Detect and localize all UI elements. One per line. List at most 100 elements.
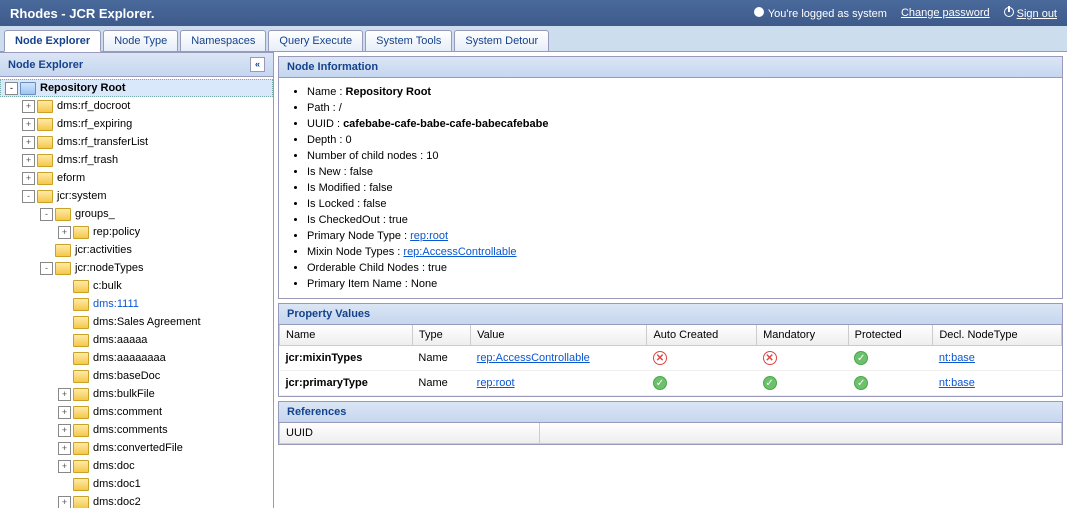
- references-header: References: [279, 402, 1062, 423]
- prop-decl: nt:base: [933, 371, 1062, 396]
- tab-namespaces[interactable]: Namespaces: [180, 30, 266, 51]
- tree-node[interactable]: + eform: [0, 169, 273, 187]
- logged-as-label: You're logged as system: [754, 7, 887, 20]
- expand-icon[interactable]: +: [22, 136, 35, 149]
- expand-icon[interactable]: +: [22, 118, 35, 131]
- info-ismodified: Is Modified : false: [307, 180, 1052, 196]
- tree-node[interactable]: +dms:rf_trash: [0, 151, 273, 169]
- check-icon: ✓: [653, 376, 667, 390]
- col-header[interactable]: Type: [412, 325, 470, 346]
- toggle-spacer: [40, 244, 53, 257]
- tree-node[interactable]: +dms:doc2: [0, 493, 273, 508]
- expand-icon[interactable]: +: [58, 226, 71, 239]
- expand-icon[interactable]: +: [58, 406, 71, 419]
- tree-node[interactable]: +dms:convertedFile: [0, 439, 273, 457]
- tree-label: dms:Sales Agreement: [93, 316, 201, 328]
- tab-query-execute[interactable]: Query Execute: [268, 30, 363, 51]
- tree-node[interactable]: dms:aaaaa: [0, 331, 273, 349]
- col-header[interactable]: Auto Created: [647, 325, 757, 346]
- repository-icon: [20, 82, 36, 95]
- sign-out-link[interactable]: Sign out: [1004, 7, 1057, 20]
- user-icon: [754, 7, 764, 17]
- prop-type: Name: [412, 371, 470, 396]
- tree-node[interactable]: jcr:activities: [0, 241, 273, 259]
- left-panel-header: Node Explorer «: [0, 52, 273, 77]
- expand-icon[interactable]: +: [58, 496, 71, 508]
- tree-node[interactable]: +dms:comments: [0, 421, 273, 439]
- cross-icon: ✕: [653, 351, 667, 365]
- expand-icon[interactable]: +: [58, 388, 71, 401]
- decl-link[interactable]: nt:base: [939, 377, 975, 389]
- tree-node[interactable]: - jcr:nodeTypes: [0, 259, 273, 277]
- col-header[interactable]: Decl. NodeType: [933, 325, 1062, 346]
- tree-node[interactable]: dms:1111: [0, 295, 273, 313]
- tree-node[interactable]: +dms:doc: [0, 457, 273, 475]
- collapse-icon[interactable]: -: [22, 190, 35, 203]
- app-header: Rhodes - JCR Explorer. You're logged as …: [0, 0, 1067, 26]
- collapse-icon[interactable]: -: [5, 82, 18, 95]
- check-icon: ✓: [854, 376, 868, 390]
- toggle-spacer: [58, 478, 71, 491]
- tree-label: dms:1111: [93, 298, 139, 310]
- folder-icon: [73, 352, 89, 365]
- tree-node[interactable]: -Repository Root: [0, 79, 273, 97]
- expand-icon[interactable]: +: [22, 100, 35, 113]
- tree-node[interactable]: -groups_: [0, 205, 273, 223]
- check-icon: ✓: [854, 351, 868, 365]
- tab-system-detour[interactable]: System Detour: [454, 30, 549, 51]
- expand-icon[interactable]: +: [22, 172, 35, 185]
- tree-node[interactable]: +dms:rf_expiring: [0, 115, 273, 133]
- info-uuid: UUID : cafebabe-cafe-babe-cafe-babecafeb…: [307, 116, 1052, 132]
- expand-icon[interactable]: +: [58, 442, 71, 455]
- folder-icon: [73, 226, 89, 239]
- tree-node[interactable]: c:bulk: [0, 277, 273, 295]
- folder-icon: [37, 136, 53, 149]
- collapse-icon[interactable]: -: [40, 208, 53, 221]
- tree-label: jcr:system: [57, 190, 107, 202]
- tree-node[interactable]: - jcr:system: [0, 187, 273, 205]
- mixin-type-link[interactable]: rep:AccessControllable: [403, 246, 516, 258]
- info-primarytype: Primary Node Type : rep:root: [307, 228, 1052, 244]
- cross-icon: ✕: [763, 351, 777, 365]
- tree-label: eform: [57, 172, 85, 184]
- value-link[interactable]: rep:root: [477, 377, 515, 389]
- tree-label: dms:bulkFile: [93, 388, 155, 400]
- tree-node[interactable]: +rep:policy: [0, 223, 273, 241]
- tree-label: jcr:nodeTypes: [75, 262, 143, 274]
- col-header[interactable]: Name: [280, 325, 413, 346]
- tree-node[interactable]: dms:baseDoc: [0, 367, 273, 385]
- value-link[interactable]: rep:AccessControllable: [477, 352, 590, 364]
- check-icon: ✓: [763, 376, 777, 390]
- collapse-left-icon[interactable]: «: [250, 57, 265, 72]
- expand-icon[interactable]: +: [58, 424, 71, 437]
- tab-node-type[interactable]: Node Type: [103, 30, 178, 51]
- tree-node[interactable]: + dms:bulkFile: [0, 385, 273, 403]
- tab-system-tools[interactable]: System Tools: [365, 30, 452, 51]
- tree-node[interactable]: dms:doc1: [0, 475, 273, 493]
- tree-node[interactable]: +dms:rf_docroot: [0, 97, 273, 115]
- tree-node[interactable]: + dms:rf_transferList: [0, 133, 273, 151]
- tab-node-explorer[interactable]: Node Explorer: [4, 30, 101, 52]
- folder-icon: [73, 460, 89, 473]
- property-values-section: Property Values NameTypeValueAuto Create…: [278, 303, 1063, 397]
- references-section: References UUID: [278, 401, 1063, 445]
- decl-link[interactable]: nt:base: [939, 352, 975, 364]
- tree-label: dms:rf_transferList: [57, 136, 148, 148]
- prop-mand: ✓: [757, 371, 849, 396]
- change-password-link[interactable]: Change password: [901, 7, 990, 19]
- app-title: Rhodes - JCR Explorer.: [10, 6, 154, 21]
- collapse-icon[interactable]: -: [40, 262, 53, 275]
- col-header[interactable]: Protected: [848, 325, 933, 346]
- table-row: jcr:mixinTypesNamerep:AccessControllable…: [280, 346, 1062, 371]
- node-info-body: Name : Repository Root Path : / UUID : c…: [279, 78, 1062, 298]
- col-header[interactable]: Mandatory: [757, 325, 849, 346]
- folder-icon: [37, 118, 53, 131]
- tree-node[interactable]: dms:Sales Agreement: [0, 313, 273, 331]
- tree-node[interactable]: dms:aaaaaaaa: [0, 349, 273, 367]
- tree-node[interactable]: +dms:comment: [0, 403, 273, 421]
- col-header[interactable]: Value: [471, 325, 647, 346]
- primary-type-link[interactable]: rep:root: [410, 230, 448, 242]
- expand-icon[interactable]: +: [22, 154, 35, 167]
- expand-icon[interactable]: +: [58, 460, 71, 473]
- property-values-header: Property Values: [279, 304, 1062, 325]
